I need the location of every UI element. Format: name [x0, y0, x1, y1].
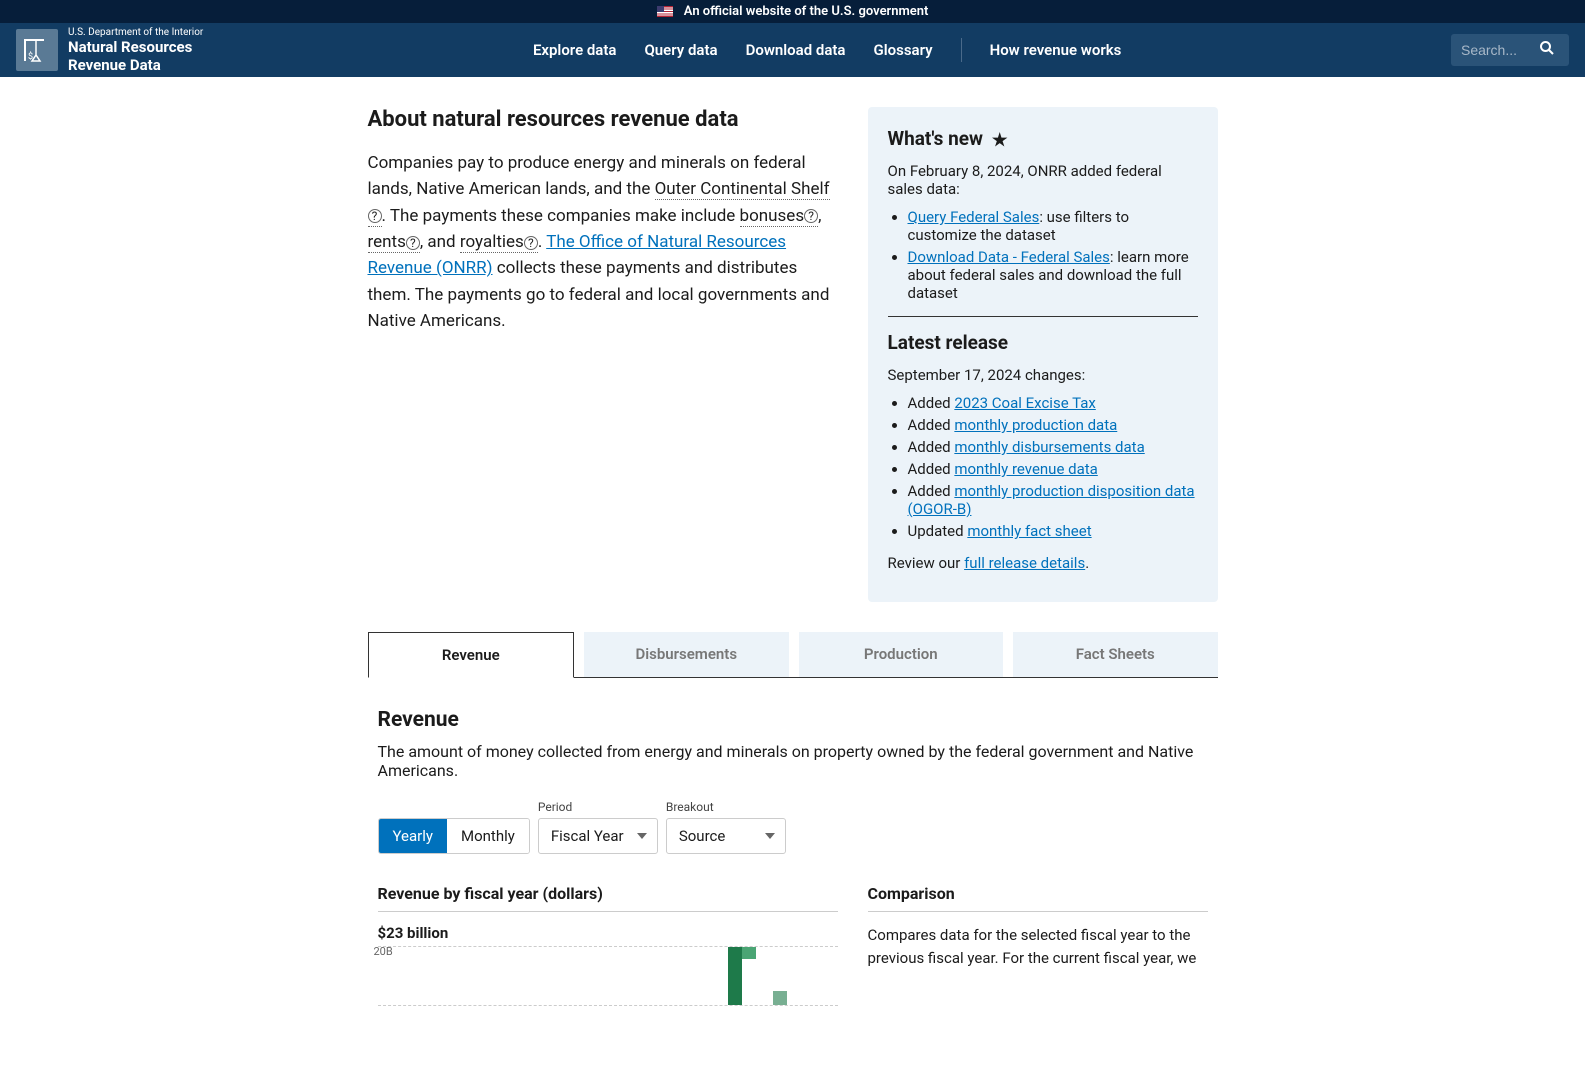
tab-factsheets[interactable]: Fact Sheets	[1013, 632, 1218, 677]
search-icon[interactable]	[1539, 40, 1555, 60]
latest-release-heading: Latest release	[888, 331, 1198, 354]
whats-new-sidebar: What's new On February 8, 2024, ONRR add…	[868, 107, 1218, 602]
change-link[interactable]: monthly revenue data	[954, 460, 1097, 478]
list-item: Added monthly production disposition dat…	[908, 482, 1198, 518]
breakout-label: Breakout	[666, 800, 786, 814]
link-full-release-details[interactable]: full release details	[964, 554, 1085, 572]
review-line: Review our full release details.	[888, 554, 1198, 572]
glossary-term-rents[interactable]: rents?	[368, 232, 420, 253]
period-label: Period	[538, 800, 658, 814]
latest-release-intro: September 17, 2024 changes:	[888, 366, 1198, 384]
whats-new-list: Query Federal Sales: use filters to cust…	[908, 208, 1198, 302]
search-input[interactable]	[1461, 42, 1539, 58]
whats-new-intro: On February 8, 2024, ONRR added federal …	[888, 162, 1198, 198]
change-link[interactable]: monthly production data	[954, 416, 1117, 434]
tab-production[interactable]: Production	[799, 632, 1004, 677]
nav-how-revenue-works[interactable]: How revenue works	[990, 41, 1122, 59]
us-flag-icon	[657, 6, 673, 17]
bar-federal	[773, 991, 787, 1005]
revenue-desc: The amount of money collected from energ…	[378, 742, 1208, 780]
link-download-federal-sales[interactable]: Download Data - Federal Sales	[908, 248, 1110, 266]
nav-explore[interactable]: Explore data	[533, 41, 617, 59]
breakout-select[interactable]: Source	[666, 818, 786, 854]
breakout-select-group: Breakout Source	[666, 800, 786, 854]
tab-disbursements[interactable]: Disbursements	[584, 632, 789, 677]
about-section: About natural resources revenue data Com…	[368, 107, 838, 602]
chart-section: Revenue by fiscal year (dollars) $23 bil…	[378, 884, 838, 1006]
glossary-term-bonuses[interactable]: bonuses?	[740, 206, 819, 227]
tabs-row: Revenue Disbursements Production Fact Sh…	[368, 632, 1218, 678]
nav-separator	[961, 38, 962, 62]
nav-download[interactable]: Download data	[746, 41, 846, 59]
chart-max-value: $23 billion	[378, 924, 838, 942]
period-select[interactable]: Fiscal Year	[538, 818, 658, 854]
new-badge-icon	[992, 132, 1008, 148]
list-item: Updated monthly fact sheet	[908, 522, 1198, 540]
link-query-federal-sales[interactable]: Query Federal Sales	[908, 208, 1040, 226]
glossary-term-royalties[interactable]: royalties?	[460, 232, 538, 253]
controls-row: Yearly Monthly Period Fiscal Year Breako…	[378, 800, 1208, 854]
divider	[888, 316, 1198, 317]
comparison-section: Comparison Compares data for the selecte…	[868, 884, 1208, 1006]
chart-title: Revenue by fiscal year (dollars)	[378, 884, 838, 912]
revenue-heading: Revenue	[378, 708, 1208, 732]
gov-banner: An official website of the U.S. governme…	[0, 0, 1585, 23]
list-item: Added monthly revenue data	[908, 460, 1198, 478]
change-link[interactable]: 2023 Coal Excise Tax	[954, 394, 1095, 412]
toggle-yearly[interactable]: Yearly	[379, 819, 447, 853]
bar-native-american	[742, 947, 756, 959]
change-link[interactable]: monthly disbursements data	[954, 438, 1144, 456]
gov-banner-text: An official website of the U.S. governme…	[684, 4, 929, 19]
whats-new-heading: What's new	[888, 127, 1198, 150]
about-paragraph: Companies pay to produce energy and mine…	[368, 150, 838, 334]
list-item: Added monthly disbursements data	[908, 438, 1198, 456]
site-title-2: Revenue Data	[68, 56, 203, 74]
change-link[interactable]: monthly fact sheet	[967, 522, 1091, 540]
svg-text:$: $	[28, 51, 33, 62]
site-logo-icon: $	[16, 29, 58, 71]
time-toggle: Yearly Monthly	[378, 818, 530, 854]
list-item: Added monthly production data	[908, 416, 1198, 434]
list-item: Download Data - Federal Sales: learn mor…	[908, 248, 1198, 302]
revenue-panel: Revenue The amount of money collected fr…	[368, 678, 1218, 1036]
main-nav: Explore data Query data Download data Gl…	[533, 38, 1121, 62]
list-item: Query Federal Sales: use filters to cust…	[908, 208, 1198, 244]
toggle-monthly[interactable]: Monthly	[447, 819, 529, 853]
site-header: $ U.S. Department of the Interior Natura…	[0, 23, 1585, 77]
comparison-text: Compares data for the selected fiscal ye…	[868, 924, 1208, 969]
site-title-1: Natural Resources	[68, 38, 203, 56]
bar-federal	[728, 947, 742, 1005]
logo-area[interactable]: $ U.S. Department of the Interior Natura…	[16, 27, 203, 74]
y-axis-tick: 20B	[374, 945, 393, 958]
nav-query[interactable]: Query data	[644, 41, 717, 59]
changes-list: Added 2023 Coal Excise Tax Added monthly…	[908, 394, 1198, 540]
nav-glossary[interactable]: Glossary	[874, 41, 933, 59]
about-heading: About natural resources revenue data	[368, 107, 838, 132]
dept-name: U.S. Department of the Interior	[68, 27, 203, 38]
tab-revenue[interactable]: Revenue	[368, 632, 575, 678]
list-item: Added 2023 Coal Excise Tax	[908, 394, 1198, 412]
search-box[interactable]	[1451, 34, 1569, 66]
period-select-group: Period Fiscal Year	[538, 800, 658, 854]
bar-chart: 20B	[378, 946, 838, 1006]
comparison-title: Comparison	[868, 884, 1208, 912]
